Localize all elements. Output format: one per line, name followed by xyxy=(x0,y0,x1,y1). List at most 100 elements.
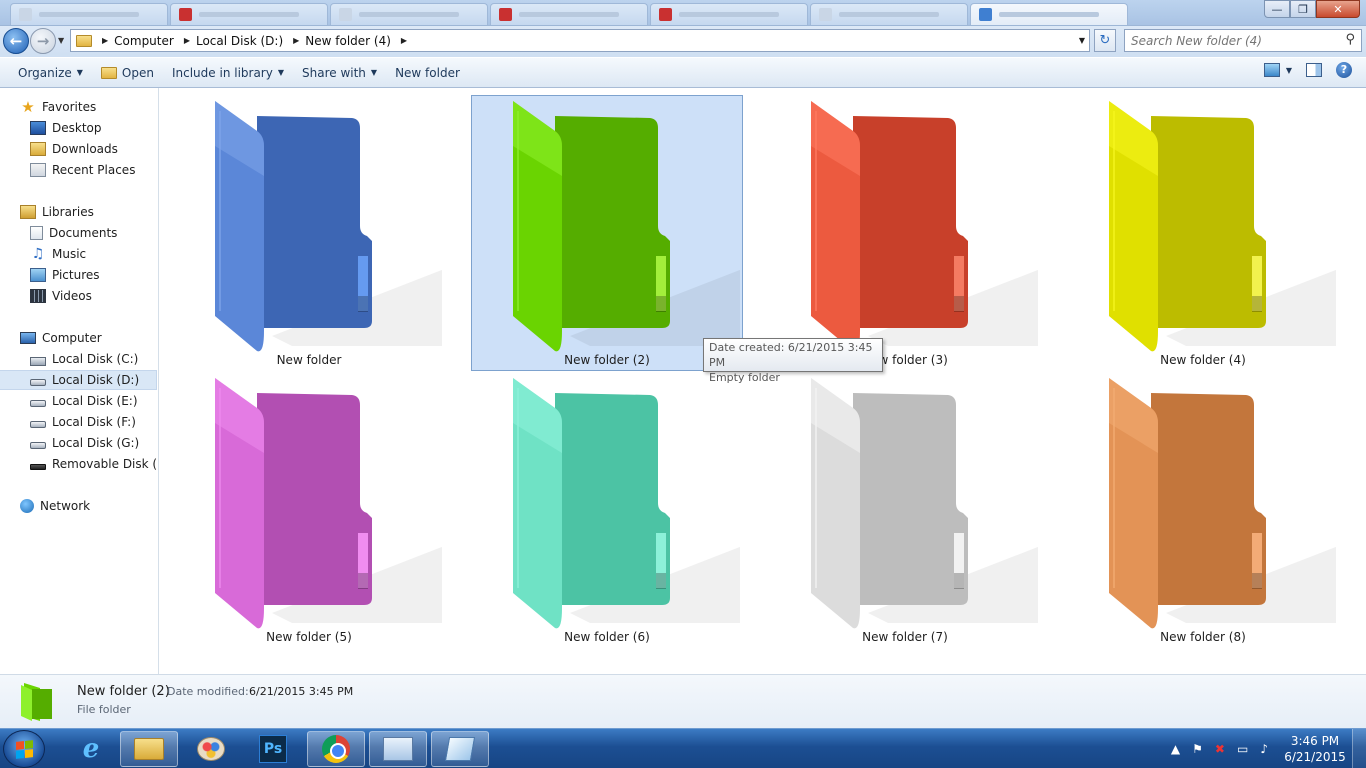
maximize-button[interactable]: ❐ xyxy=(1290,0,1316,18)
recent-pages-dropdown[interactable]: ▼ xyxy=(58,36,64,45)
nav-favorites[interactable]: ★ Favorites xyxy=(20,97,96,117)
volume-icon[interactable]: ♪ xyxy=(1260,742,1268,756)
search-input[interactable] xyxy=(1125,30,1325,51)
taskbar-internet-explorer[interactable]: e xyxy=(62,731,120,767)
address-bar[interactable]: ▶ Computer ▶ Local Disk (D:) ▶ New folde… xyxy=(70,29,1090,52)
include-in-library-button[interactable]: Include in library ▼ xyxy=(163,61,293,85)
nav-item-videos[interactable]: Videos xyxy=(30,286,92,306)
folder-item[interactable]: New folder (2) xyxy=(471,95,743,371)
folder-icon xyxy=(513,378,740,629)
folder-icon xyxy=(1109,101,1336,352)
nav-item-removable-disk-h[interactable]: Removable Disk (H:) xyxy=(30,454,158,474)
nav-item-downloads[interactable]: Downloads xyxy=(30,139,118,159)
breadcrumb-computer[interactable]: Computer xyxy=(114,34,174,48)
breadcrumb-chevron-icon[interactable]: ▶ xyxy=(401,36,407,45)
nav-item-label: Recent Places xyxy=(52,163,136,177)
back-button[interactable]: ← xyxy=(3,28,29,54)
breadcrumb-local-disk-d[interactable]: Local Disk (D:) xyxy=(196,34,283,48)
nav-item-desktop[interactable]: Desktop xyxy=(30,118,102,138)
background-tab[interactable] xyxy=(10,3,168,25)
nav-item-label: Local Disk (E:) xyxy=(52,394,138,408)
nav-favorites-label: Favorites xyxy=(42,100,97,114)
breadcrumb-chevron-icon[interactable]: ▶ xyxy=(184,36,190,45)
change-view-icon[interactable] xyxy=(1263,63,1280,77)
folder-item[interactable]: New folder (8) xyxy=(1067,372,1339,648)
folder-item[interactable]: New folder (4) xyxy=(1067,95,1339,371)
background-tab[interactable] xyxy=(330,3,488,25)
address-dropdown-icon[interactable]: ▼ xyxy=(1079,36,1085,45)
details-modified-value: 6/21/2015 3:45 PM xyxy=(249,685,354,698)
help-icon[interactable]: ? xyxy=(1336,62,1352,78)
folder-item[interactable]: New folder (5) xyxy=(173,372,445,648)
background-tab[interactable] xyxy=(650,3,808,25)
system-drive-icon xyxy=(30,356,46,366)
taskbar-windows-explorer[interactable] xyxy=(120,731,178,767)
folder-item[interactable]: New folder xyxy=(173,95,445,371)
clock[interactable]: 3:46 PM 6/21/2015 xyxy=(1278,733,1352,765)
window-title-bar: — ❐ ✕ xyxy=(0,0,1366,26)
network-status-icon[interactable]: ✖ xyxy=(1215,742,1225,756)
tab-favicon-icon xyxy=(19,8,32,21)
start-button[interactable] xyxy=(3,730,45,768)
nav-network[interactable]: Network xyxy=(20,496,90,516)
desktop-icon xyxy=(30,121,46,135)
background-tab[interactable] xyxy=(490,3,648,25)
minimize-button[interactable]: — xyxy=(1264,0,1290,18)
folder-item[interactable]: New folder (3) xyxy=(769,95,1041,371)
refresh-button[interactable]: ↻ xyxy=(1094,29,1116,52)
breadcrumb-chevron-icon[interactable]: ▶ xyxy=(102,36,108,45)
nav-item-local-disk-g[interactable]: Local Disk (G:) xyxy=(30,433,139,453)
nav-item-music[interactable]: ♫ Music xyxy=(30,244,86,264)
background-tabs xyxy=(10,3,1128,25)
notepad-icon xyxy=(444,737,476,761)
folder-icon xyxy=(513,101,740,352)
folder-icon xyxy=(215,378,442,629)
background-tab[interactable] xyxy=(970,3,1128,25)
breadcrumb-chevron-icon[interactable]: ▶ xyxy=(293,36,299,45)
taskbar-notepad[interactable] xyxy=(431,731,489,767)
forward-button[interactable]: → xyxy=(30,28,56,54)
navigation-pane: ★ Favorites Desktop Downloads Recent Plac… xyxy=(0,88,159,674)
background-tab[interactable] xyxy=(810,3,968,25)
taskbar-control-panel[interactable] xyxy=(369,731,427,767)
libraries-icon xyxy=(20,205,36,219)
nav-item-local-disk-c[interactable]: Local Disk (C:) xyxy=(30,349,138,369)
folder-item[interactable]: New folder (6) xyxy=(471,372,743,648)
display-icon[interactable]: ▭ xyxy=(1237,742,1248,756)
preview-pane-icon[interactable] xyxy=(1306,63,1322,77)
nav-item-pictures[interactable]: Pictures xyxy=(30,265,100,285)
nav-item-local-disk-f[interactable]: Local Disk (F:) xyxy=(30,412,136,432)
breadcrumb-current-folder[interactable]: New folder (4) xyxy=(305,34,391,48)
show-hidden-icons-icon[interactable]: ▲ xyxy=(1171,742,1180,756)
taskbar-photoshop[interactable]: Ps xyxy=(244,731,302,767)
nav-item-label: Removable Disk (H:) xyxy=(52,457,158,471)
show-desktop-button[interactable] xyxy=(1352,729,1366,768)
nav-item-local-disk-d[interactable]: Local Disk (D:) xyxy=(0,370,157,390)
taskbar-chrome[interactable] xyxy=(307,731,365,767)
taskbar-paint[interactable] xyxy=(182,731,240,767)
tooltip-date-created: Date created: 6/21/2015 3:45 PM xyxy=(709,341,873,369)
nav-item-recent-places[interactable]: Recent Places xyxy=(30,160,135,180)
nav-item-documents[interactable]: Documents xyxy=(30,223,117,243)
music-note-icon: ♫ xyxy=(31,246,45,262)
tab-favicon-icon xyxy=(339,8,352,21)
search-icon[interactable]: ⚲ xyxy=(1345,32,1355,47)
new-folder-button[interactable]: New folder xyxy=(386,61,469,85)
nav-item-local-disk-e[interactable]: Local Disk (E:) xyxy=(30,391,138,411)
folder-item[interactable]: New folder (7) xyxy=(769,372,1041,648)
details-item-type: File folder xyxy=(77,703,131,716)
nav-computer[interactable]: Computer xyxy=(20,328,102,348)
nav-item-label: Videos xyxy=(52,289,92,303)
folder-name: New folder (8) xyxy=(1160,630,1246,644)
more-options-chevron-icon[interactable]: ▼ xyxy=(1286,66,1292,75)
open-button[interactable]: Open xyxy=(92,61,163,85)
close-button[interactable]: ✕ xyxy=(1316,0,1360,18)
nav-libraries[interactable]: Libraries xyxy=(20,202,94,222)
search-box[interactable]: ⚲ xyxy=(1124,29,1362,52)
organize-button[interactable]: Organize ▼ xyxy=(9,61,92,85)
nav-network-label: Network xyxy=(40,499,91,513)
action-center-flag-icon[interactable]: ⚑ xyxy=(1192,742,1203,756)
background-tab[interactable] xyxy=(170,3,328,25)
share-with-button[interactable]: Share with ▼ xyxy=(293,61,386,85)
tab-favicon-icon xyxy=(819,8,832,21)
